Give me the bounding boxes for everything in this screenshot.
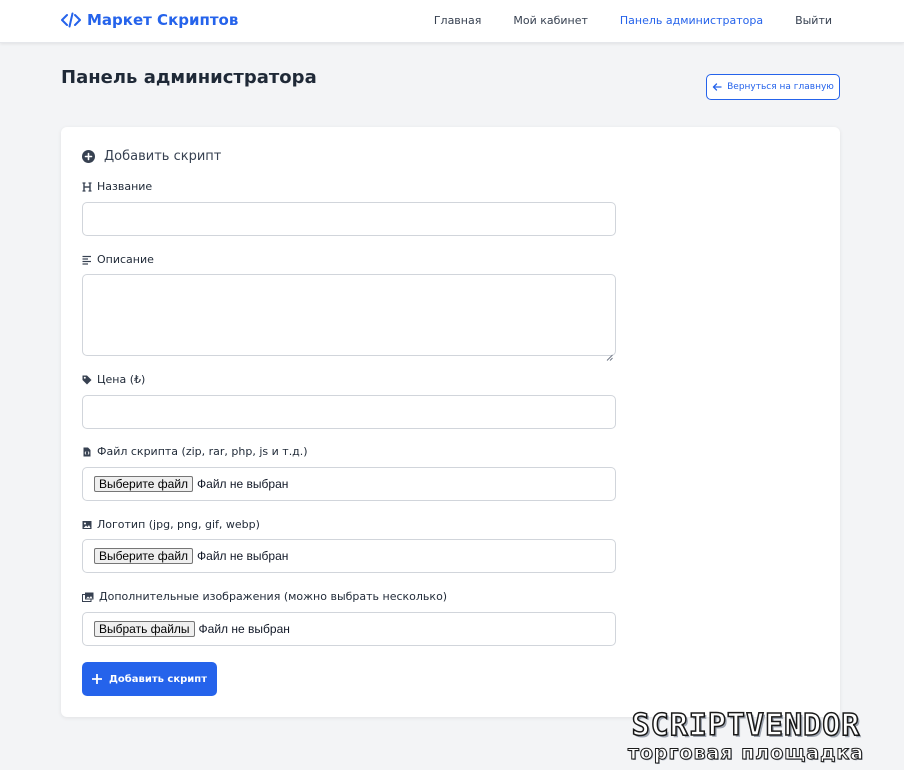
logo-file-input[interactable]: Выберите файл Файл не выбран	[82, 539, 616, 573]
watermark-title: SCRIPTVENDOR	[631, 708, 861, 743]
form-title-text: Добавить скрипт	[104, 149, 222, 164]
back-to-home-button[interactable]: Вернуться на главную	[706, 74, 840, 100]
page-title: Панель администратора	[61, 67, 317, 88]
plus-icon	[91, 674, 102, 684]
price-label: Цена (₺)	[82, 373, 145, 386]
heading-icon	[82, 181, 92, 192]
form-title: Добавить скрипт	[82, 149, 221, 164]
arrow-left-icon	[712, 82, 722, 92]
script-file-status: Файл не выбран	[197, 477, 289, 491]
name-input[interactable]	[82, 202, 616, 236]
main-nav: Главная Мой кабинет Панель администратор…	[434, 0, 832, 40]
nav-link-logout[interactable]: Выйти	[795, 14, 832, 27]
script-file-choose-button[interactable]: Выберите файл	[94, 476, 194, 492]
align-left-icon	[82, 255, 92, 265]
resize-grip-icon[interactable]	[606, 346, 613, 361]
extra-images-label-text: Дополнительные изображения (можно выбрат…	[99, 590, 448, 603]
extra-images-choose-button[interactable]: Выбрать файлы	[94, 621, 195, 637]
scriptvendor-watermark: SCRIPTVENDOR торговая площадка	[596, 708, 896, 766]
nav-link-admin-panel[interactable]: Панель администратора	[620, 14, 763, 27]
top-navbar: Маркет Скриптов Главная Мой кабинет Пане…	[0, 0, 904, 43]
nav-link-my-account[interactable]: Мой кабинет	[513, 14, 588, 27]
price-label-text: Цена (₺)	[97, 373, 146, 386]
watermark-subtitle: торговая площадка	[627, 742, 865, 765]
image-icon	[82, 520, 92, 530]
images-icon	[82, 592, 94, 602]
code-icon	[61, 12, 81, 28]
logo-label: Логотип (jpg, png, gif, webp)	[82, 518, 260, 531]
extra-images-file-input[interactable]: Выбрать файлы Файл не выбран	[82, 612, 616, 646]
plus-circle-icon	[82, 150, 95, 163]
logo-label-text: Логотип (jpg, png, gif, webp)	[97, 518, 260, 531]
name-label: Название	[82, 180, 152, 193]
extra-images-label: Дополнительные изображения (можно выбрат…	[82, 590, 447, 603]
extra-images-file-status: Файл не выбран	[198, 622, 290, 636]
brand-name: Маркет Скриптов	[87, 11, 239, 29]
file-code-icon	[82, 447, 92, 457]
price-input[interactable]	[82, 395, 616, 429]
description-label-text: Описание	[97, 253, 154, 266]
logo-choose-button[interactable]: Выберите файл	[94, 548, 194, 564]
description-label: Описание	[82, 253, 154, 266]
script-file-label: Файл скрипта (zip, rar, php, js и т.д.)	[82, 445, 308, 458]
back-to-home-label: Вернуться на главную	[727, 82, 834, 92]
submit-label: Добавить скрипт	[108, 673, 208, 685]
name-label-text: Название	[97, 180, 153, 193]
nav-link-home[interactable]: Главная	[434, 14, 482, 27]
add-script-card: Добавить скрипт Название Описание Цена (…	[61, 127, 840, 717]
tag-icon	[82, 375, 92, 385]
brand-logo-link[interactable]: Маркет Скриптов	[61, 9, 238, 31]
logo-file-status: Файл не выбран	[197, 549, 289, 563]
script-file-label-text: Файл скрипта (zip, rar, php, js и т.д.)	[97, 445, 308, 458]
description-textarea[interactable]	[82, 274, 616, 361]
add-script-submit-button[interactable]: Добавить скрипт	[82, 662, 217, 696]
script-file-input[interactable]: Выберите файл Файл не выбран	[82, 467, 616, 501]
